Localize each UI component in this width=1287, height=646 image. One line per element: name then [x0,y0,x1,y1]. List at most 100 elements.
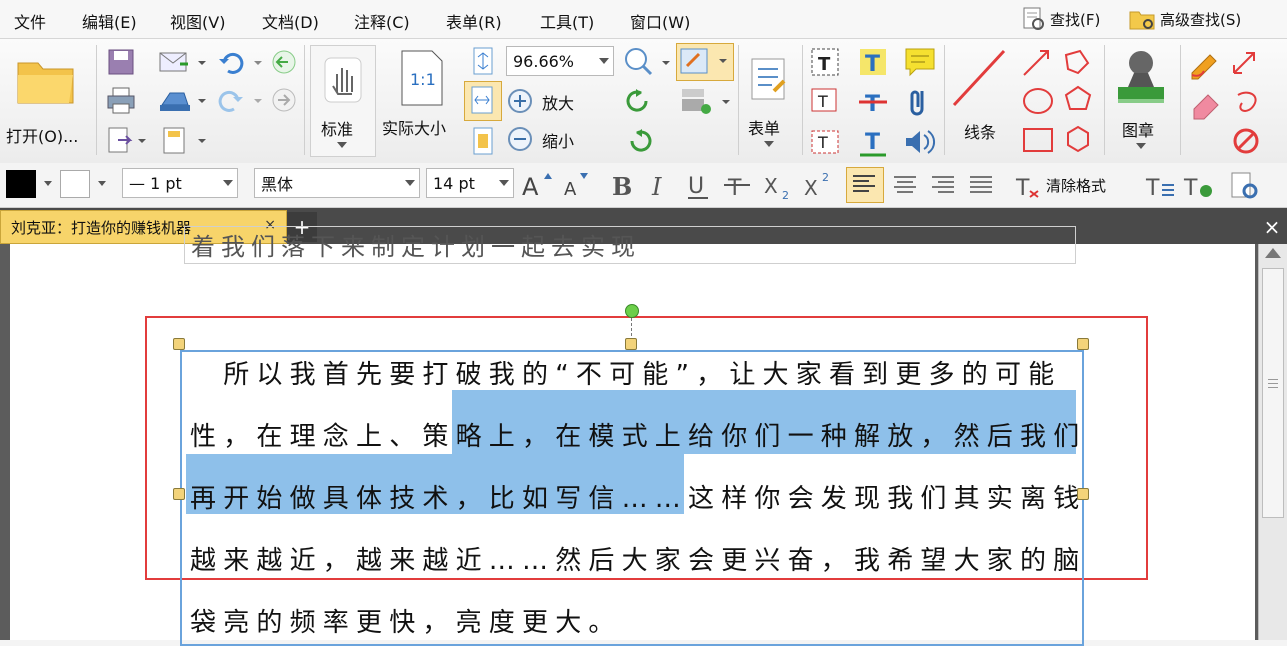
zoom-in-icon [508,89,532,113]
font-family-value: 黑体 [261,175,294,194]
bold-icon[interactable]: B [608,169,636,201]
clear-format-button[interactable]: T 清除格式 [1014,169,1132,201]
stamp-label: 图章 [1122,121,1155,140]
sound-icon[interactable] [902,125,938,159]
redo-icon[interactable] [216,85,302,115]
actual-size-button[interactable]: 1:1 实际大小 [380,45,462,155]
advanced-find-button[interactable]: 高级查找(S) [1128,6,1241,32]
svg-text:A: A [522,173,539,201]
menu-window[interactable]: 窗口(W) [630,9,690,33]
form-button[interactable]: 表单 [742,45,798,155]
clear-format-label: 清除格式 [1046,177,1107,195]
fill-color-swatch[interactable] [60,170,90,198]
export-icon[interactable] [106,125,146,155]
find-button[interactable]: 查找(F) [1020,6,1100,32]
hand-label: 标准 [321,120,354,139]
hand-tool-button[interactable]: 标准 [310,45,376,157]
select-text-tool[interactable] [676,43,734,81]
subscript-icon[interactable]: X2 [762,169,796,201]
line-icon [952,49,1006,107]
justify-icon[interactable] [964,169,998,201]
menu-file[interactable]: 文件 [14,9,46,33]
vertical-scrollbar[interactable] [1258,244,1287,640]
strikethrough-text-icon[interactable]: T [856,85,890,119]
menu-comment[interactable]: 注释(C) [354,9,410,33]
menu-form[interactable]: 表单(R) [446,9,502,33]
zoom-select[interactable]: 96.66% [506,46,614,76]
svg-text:X: X [764,174,778,198]
rotate-handle[interactable] [625,304,639,318]
svg-text:T: T [818,54,831,75]
save-icon[interactable] [106,47,136,77]
menu-view[interactable]: 视图(V) [170,9,225,33]
line-width-select[interactable]: — 1 pt [122,168,238,198]
underline-text-icon[interactable]: T [856,125,890,159]
hand-icon [324,57,362,103]
zoom-out-button[interactable]: 缩小 [506,125,616,155]
fit-visible-icon[interactable] [468,125,498,157]
form-icon [751,58,786,100]
attachment-icon[interactable] [902,85,938,119]
text-color-swatch[interactable] [6,170,36,198]
note-icon[interactable] [902,45,938,79]
text-check-icon[interactable]: T [1182,169,1216,201]
svg-text:1:1: 1:1 [410,70,436,89]
svg-text:T: T [865,92,880,117]
align-right-icon[interactable] [926,169,960,201]
font-family-select[interactable]: 黑体 [254,168,420,198]
rotate-right-icon[interactable] [622,125,656,157]
resize-handle-left[interactable] [173,488,185,500]
text-box-icon[interactable]: T [808,45,842,79]
new-document-icon[interactable] [160,125,210,155]
text-style-icon[interactable]: T [1144,169,1178,201]
zoom-out-icon [508,127,532,151]
text-field-icon[interactable]: T [808,125,842,159]
shape-tools-icon[interactable] [1018,45,1098,155]
font-size-select[interactable]: 14 pt [426,168,514,198]
stamp-button[interactable]: 图章 [1108,45,1174,155]
increase-font-size-icon[interactable]: A [520,169,556,201]
zoom-out-label: 缩小 [542,132,575,151]
zoom-in-button[interactable]: 放大 [506,87,616,117]
undo-icon[interactable] [216,47,302,77]
document-viewport: 着我们落下来制定计划一起去实现 所以我首先要打破我的“不可能”，让大家看到更多的… [0,226,1287,646]
magnifier-icon[interactable] [622,45,672,79]
email-icon[interactable] [158,47,208,77]
underline-icon[interactable]: U [684,169,714,201]
align-left-icon [853,175,875,192]
scroll-up-icon[interactable] [1265,248,1281,258]
resize-handle-right[interactable] [1077,488,1089,500]
highlight-text-icon[interactable]: T [856,45,890,79]
zoom-value: 96.66% [513,51,575,71]
menu-tools[interactable]: 工具(T) [540,9,594,33]
callout-icon[interactable]: T [808,85,842,119]
decrease-font-size-icon[interactable]: A [560,169,596,201]
pdf-page[interactable]: 着我们落下来制定计划一起去实现 所以我首先要打破我的“不可能”，让大家看到更多的… [10,226,1255,646]
scrollbar-thumb[interactable] [1262,268,1284,518]
menu-edit[interactable]: 编辑(E) [82,9,137,33]
resize-handle-top[interactable] [625,338,637,350]
close-document-icon[interactable]: × [1258,212,1286,242]
align-center-icon[interactable] [888,169,922,201]
resize-handle-top-right[interactable] [1077,338,1089,350]
svg-text:T: T [817,133,828,152]
line-tool-button[interactable]: 线条 [948,45,1012,155]
svg-text:T: T [1145,176,1160,201]
menu-bar: 文件 编辑(E) 视图(V) 文档(D) 注释(C) 表单(R) 工具(T) 窗… [0,0,1287,39]
fit-width-button[interactable] [464,81,502,121]
typewriter-icon[interactable] [678,85,734,119]
properties-icon[interactable] [1228,169,1262,201]
print-icon[interactable] [106,85,136,115]
scan-icon[interactable] [158,85,208,115]
strikethrough-icon[interactable]: T [722,169,752,201]
fit-page-icon[interactable] [468,45,498,77]
open-button[interactable]: 打开(O)... [6,49,82,149]
superscript-icon[interactable]: X2 [802,169,836,201]
menu-document[interactable]: 文档(D) [262,9,319,33]
resize-handle-top-left[interactable] [173,338,185,350]
rotate-left-icon[interactable] [622,85,656,117]
align-left-button[interactable] [846,167,884,203]
italic-icon[interactable]: I [646,169,674,201]
drawing-tools-icon[interactable] [1186,45,1282,157]
svg-text:T: T [865,52,880,77]
